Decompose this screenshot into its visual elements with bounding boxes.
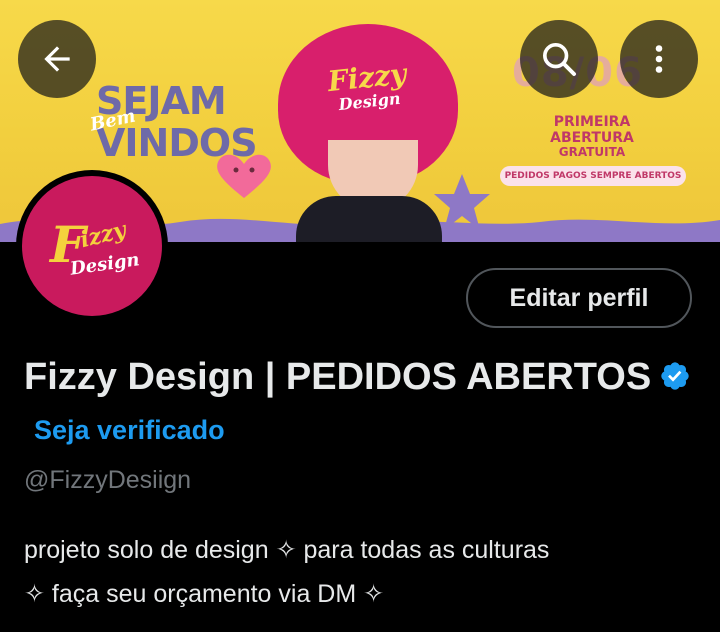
search-button[interactable] bbox=[520, 20, 598, 98]
display-name-text: Fizzy Design | PEDIDOS ABERTOS bbox=[24, 356, 652, 398]
search-icon bbox=[543, 43, 576, 76]
profile-handle: @FizzyDesiign bbox=[24, 466, 192, 494]
banner-body bbox=[296, 196, 442, 242]
profile-bio: projeto solo de design ✧ para todas as c… bbox=[24, 528, 704, 616]
banner-pill: PEDIDOS PAGOS SEMPRE ABERTOS bbox=[500, 166, 686, 186]
get-verified-link[interactable]: Seja verificado bbox=[34, 415, 225, 445]
heart-icon bbox=[217, 154, 271, 198]
star-icon bbox=[434, 174, 490, 230]
more-vertical-icon bbox=[655, 45, 663, 73]
back-button[interactable] bbox=[18, 20, 96, 98]
verified-badge-icon bbox=[661, 362, 689, 390]
more-options-button[interactable] bbox=[620, 20, 698, 98]
bio-line: ✧ faça seu orçamento via DM ✧ bbox=[24, 580, 385, 608]
banner-headline: PRIMEIRA ABERTURA GRATUITA bbox=[550, 114, 634, 160]
arrow-left-icon bbox=[44, 46, 70, 72]
edit-profile-button[interactable]: Editar perfil bbox=[466, 268, 692, 328]
profile-display-name: Fizzy Design | PEDIDOS ABERTOS Seja veri… bbox=[24, 350, 704, 460]
avatar[interactable]: F izzy Design bbox=[22, 176, 162, 316]
bio-line: projeto solo de design ✧ para todas as c… bbox=[24, 536, 550, 564]
